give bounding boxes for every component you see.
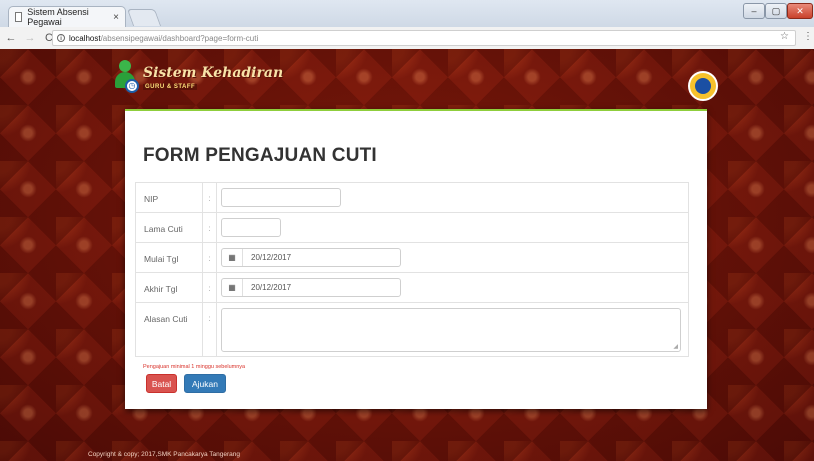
person-icon <box>119 60 131 72</box>
form-table: NIP : Lama Cuti : Mulai Tgl : ▦ 20/12/20… <box>135 182 689 357</box>
form-note: Pengajuan minimal 1 minggu sebelumnya <box>143 364 246 370</box>
clock-icon: ◷ <box>125 79 139 93</box>
akhir-tgl-input[interactable]: ▦ 20/12/2017 <box>221 278 401 297</box>
lama-cuti-cell <box>216 212 689 243</box>
emblem-center <box>695 78 711 94</box>
close-window-button[interactable]: ✕ <box>787 3 813 19</box>
tab-title: Sistem Absensi Pegawai <box>27 7 89 27</box>
menu-icon[interactable]: ⋮ <box>803 31 813 42</box>
footer-copyright: Copyright & copy; 2017,SMK Pancakarya Ta… <box>88 451 240 458</box>
alasan-cuti-cell: ◢ <box>216 302 689 357</box>
page-title: FORM PENGAJUAN CUTI <box>143 145 377 166</box>
nip-label: NIP <box>135 182 203 213</box>
minimize-button[interactable]: – <box>743 3 765 19</box>
table-row: Akhir Tgl : ▦ 20/12/2017 <box>135 272 689 303</box>
alasan-cuti-label: Alasan Cuti <box>135 302 203 357</box>
resize-grip-icon[interactable]: ◢ <box>673 343 678 350</box>
submit-button[interactable]: Ajukan <box>184 374 226 393</box>
tab-close-icon[interactable]: × <box>113 12 119 23</box>
browser-tab[interactable]: Sistem Absensi Pegawai × <box>8 6 126 27</box>
nip-input[interactable] <box>221 188 341 207</box>
calendar-icon[interactable]: ▦ <box>222 279 243 296</box>
new-tab-button[interactable] <box>126 9 162 26</box>
akhir-tgl-value: 20/12/2017 <box>251 283 292 292</box>
lama-cuti-label: Lama Cuti <box>135 212 203 243</box>
url-host: localhost <box>69 33 101 43</box>
forward-icon[interactable]: → <box>22 32 38 44</box>
separator: : <box>202 242 217 273</box>
page-content: ◷ Sistem Kehadiran GURU & STAFF FORM PEN… <box>0 49 814 461</box>
brand-subtitle: GURU & STAFF <box>143 84 198 90</box>
table-row: NIP : <box>135 182 689 213</box>
alasan-cuti-textarea[interactable]: ◢ <box>221 308 681 352</box>
form-card: FORM PENGAJUAN CUTI NIP : Lama Cuti : Mu… <box>125 109 707 409</box>
mulai-tgl-cell: ▦ 20/12/2017 <box>216 242 689 273</box>
lama-cuti-input[interactable] <box>221 218 281 237</box>
cancel-button[interactable]: Batal <box>146 374 177 393</box>
table-row: Alasan Cuti : ◢ <box>135 302 689 357</box>
nip-cell <box>216 182 689 213</box>
separator: : <box>202 182 217 213</box>
calendar-icon[interactable]: ▦ <box>222 249 243 266</box>
star-icon[interactable]: ☆ <box>780 31 789 42</box>
akhir-tgl-label: Akhir Tgl <box>135 272 203 303</box>
mulai-tgl-input[interactable]: ▦ 20/12/2017 <box>221 248 401 267</box>
url-path: /absensipegawai/dashboard?page=form-cuti <box>100 33 259 43</box>
brand-title: Sistem Kehadiran <box>143 65 284 81</box>
separator: : <box>202 272 217 303</box>
table-row: Mulai Tgl : ▦ 20/12/2017 <box>135 242 689 273</box>
separator: : <box>202 302 217 357</box>
browser-window: Sistem Absensi Pegawai × – ▢ ✕ ← → C i l… <box>0 0 814 461</box>
page-icon <box>15 12 23 22</box>
mulai-tgl-value: 20/12/2017 <box>251 253 292 262</box>
info-icon[interactable]: i <box>57 34 65 42</box>
school-emblem-icon <box>688 71 718 101</box>
address-bar[interactable]: i localhost /absensipegawai/dashboard?pa… <box>52 30 796 46</box>
title-bar: Sistem Absensi Pegawai × – ▢ ✕ <box>0 0 814 27</box>
mulai-tgl-label: Mulai Tgl <box>135 242 203 273</box>
akhir-tgl-cell: ▦ 20/12/2017 <box>216 272 689 303</box>
table-row: Lama Cuti : <box>135 212 689 243</box>
navigation-bar: ← → C i localhost /absensipegawai/dashbo… <box>0 27 814 50</box>
app-logo[interactable]: ◷ Sistem Kehadiran GURU & STAFF <box>113 60 283 98</box>
separator: : <box>202 212 217 243</box>
back-icon[interactable]: ← <box>3 32 19 44</box>
maximize-button[interactable]: ▢ <box>765 3 787 19</box>
